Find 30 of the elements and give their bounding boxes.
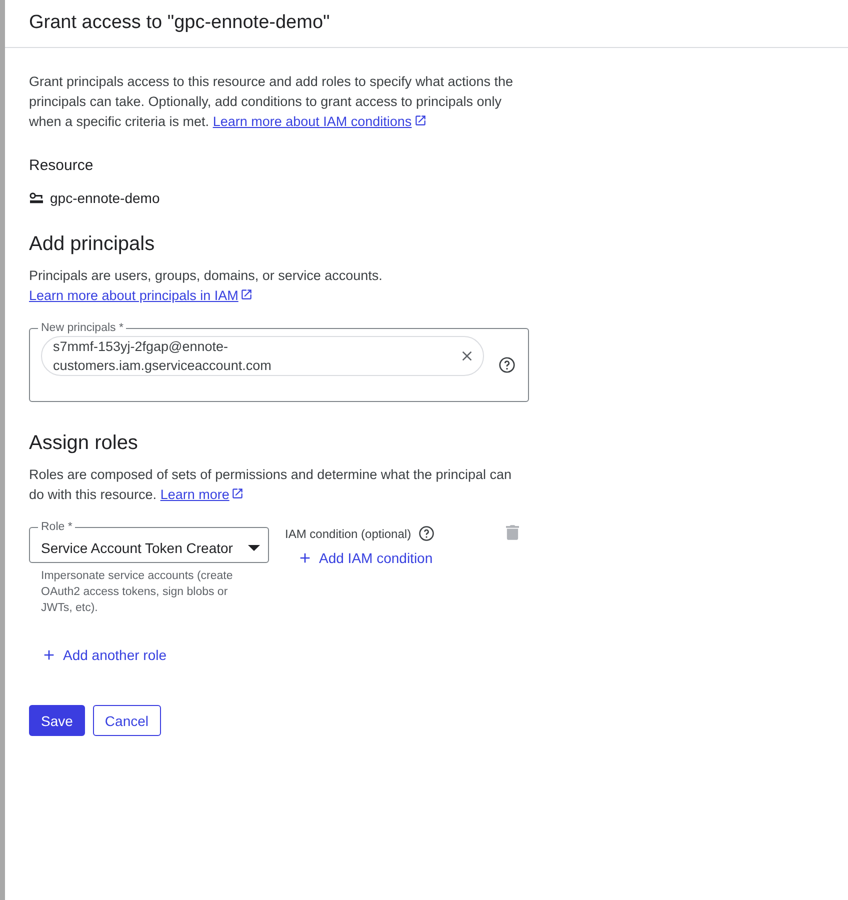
external-link-icon	[414, 114, 427, 127]
description-text: Principals are users, groups, domains, or service accounts. Learn more about principals in IAM	[29, 267, 384, 305]
dialog-title: Grant access to "gpc-ennote-demo"	[29, 11, 330, 36]
principals-field[interactable]: New principals * s7mmf-153yj-2fgap@ennote-customers.iam.gserviceaccount.com	[29, 320, 529, 402]
description-text: Grant principals access to this resource and add roles to specify what actions the principals can take. Optionally, add conditions to grant access to principals only when a specific criteria is met. Learn more about IAM conditions	[29, 73, 514, 131]
external-link-icon	[231, 487, 244, 500]
external-link-icon	[240, 288, 254, 301]
add-role-button[interactable]: Add another role	[41, 642, 167, 668]
section-heading: Assign roles	[29, 431, 139, 456]
section-heading: Resource	[29, 156, 94, 176]
role-dropdown[interactable]: Role * Service Account Token Creator	[29, 519, 269, 563]
caret-icon	[248, 545, 260, 551]
add-condition-button[interactable]: Add IAM condition	[297, 545, 433, 571]
help-icon[interactable]	[418, 525, 436, 542]
field-label: New principals *	[40, 321, 124, 336]
hint-text: Impersonate service accounts (create OAuth2 access tokens, sign blobs or JWTs, etc).	[40, 569, 234, 616]
cancel-button[interactable]: Cancel	[92, 705, 161, 736]
condition-label: IAM condition (optional)	[285, 526, 412, 542]
description-text: Roles are composed of sets of permissions and determine what the principal can do with this resource. Learn more	[29, 466, 512, 504]
dropdown-value: Service Account Token Creator	[41, 539, 234, 558]
key-icon	[29, 192, 44, 204]
field-label: Role *	[40, 520, 74, 535]
save-button[interactable]: Save	[29, 705, 85, 736]
section-heading: Add principals	[29, 232, 156, 257]
learn-more-link[interactable]: Learn more about IAM conditions	[212, 114, 427, 129]
learn-more-link[interactable]: Learn more	[160, 487, 244, 502]
resource-name: gpc-ennote-demo	[50, 189, 160, 208]
help-icon[interactable]	[498, 356, 516, 374]
learn-more-link[interactable]: Learn more about principals in IAM	[29, 288, 254, 303]
chip-text: s7mmf-153yj-2fgap@ennote-customers.iam.gserviceaccount.com	[53, 338, 272, 375]
